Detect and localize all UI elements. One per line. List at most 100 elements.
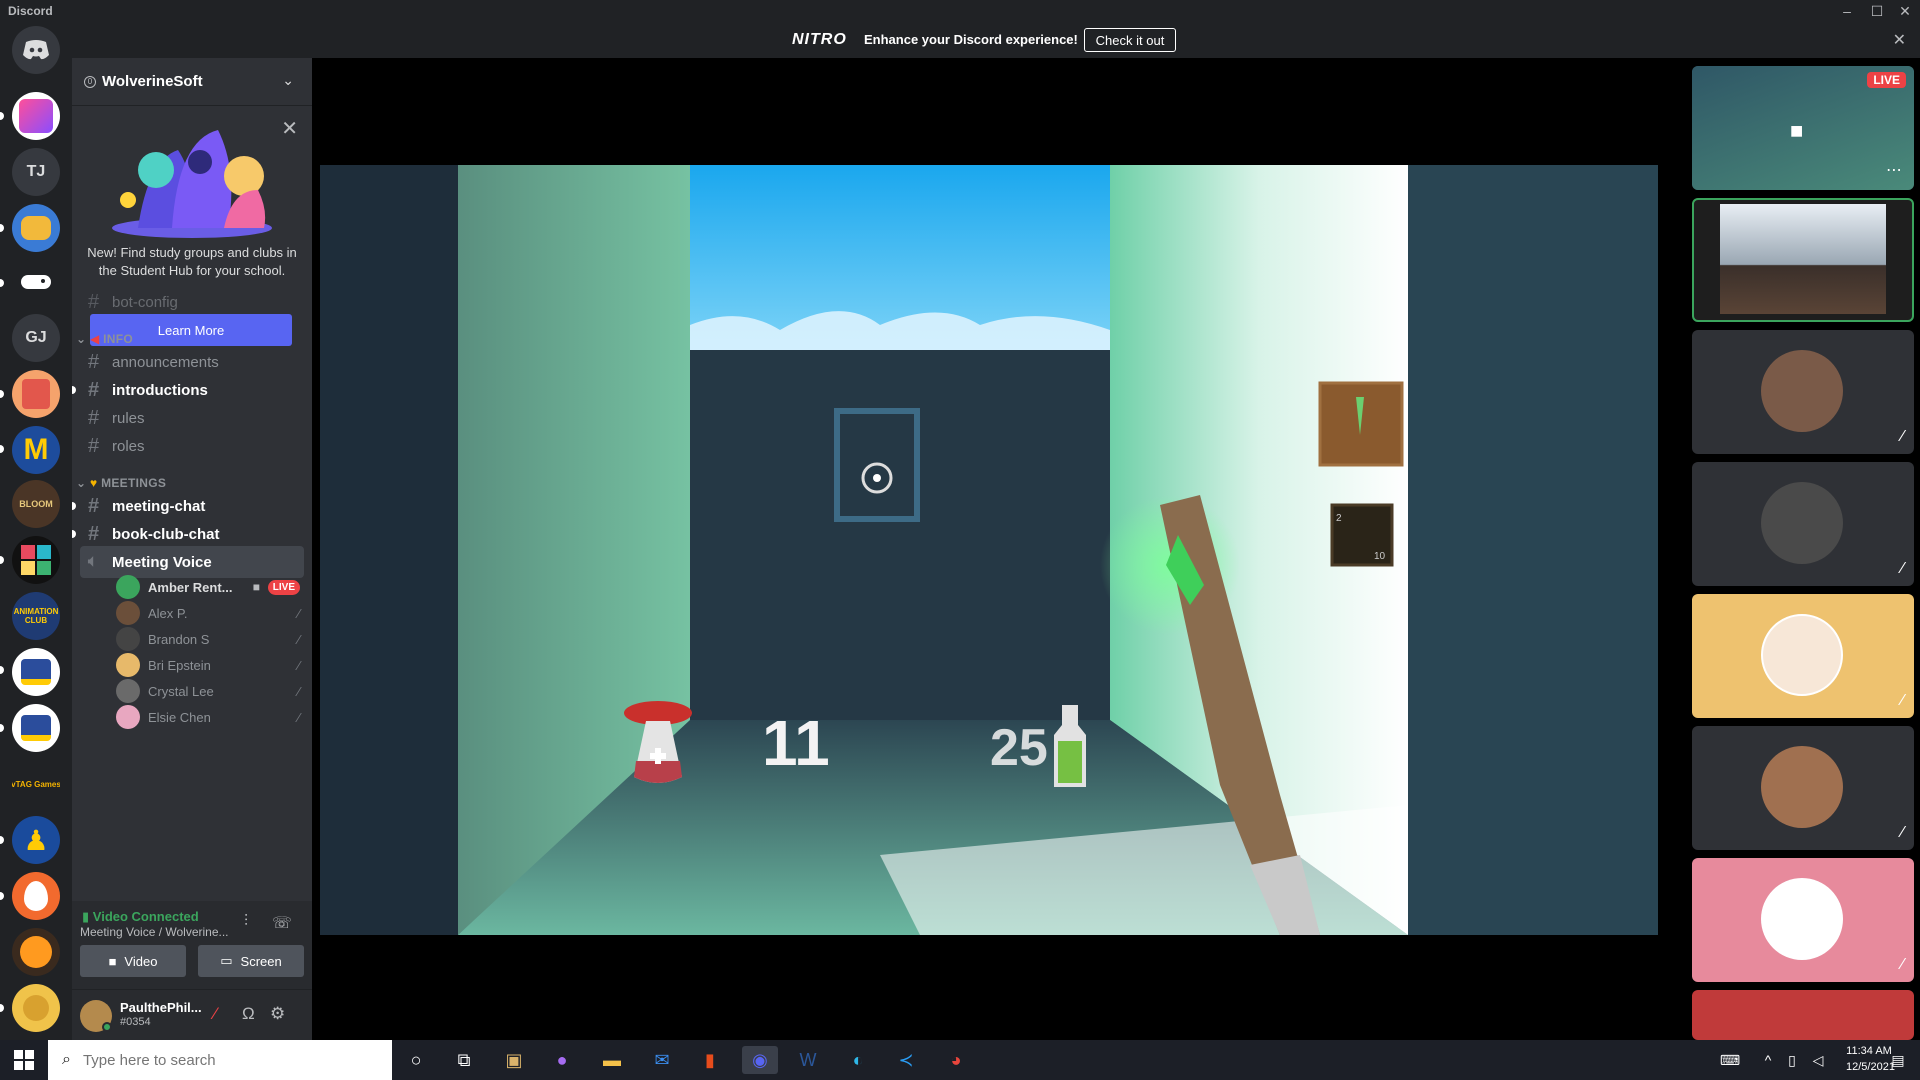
chevron-down-icon[interactable]: ⌄ xyxy=(282,72,294,89)
server-icon-wolverine-studio-2[interactable] xyxy=(12,704,60,752)
avatar xyxy=(1761,350,1843,432)
more-options-icon[interactable]: ⋯ xyxy=(1886,160,1902,180)
taskbar-search[interactable]: ⌕ xyxy=(48,1040,392,1080)
voice-user[interactable]: Elsie Chen ⁄ xyxy=(116,704,306,730)
channel-roles[interactable]: # roles xyxy=(80,430,304,462)
voice-user-name: Alex P. xyxy=(148,605,188,621)
avatar xyxy=(1761,614,1843,696)
server-icon-m[interactable]: M xyxy=(12,426,60,474)
server-unread-pill xyxy=(0,892,4,900)
health-counter: 11 xyxy=(762,707,830,779)
voice-user[interactable]: Alex P. ⁄ xyxy=(116,600,306,626)
server-unread-pill xyxy=(0,836,4,844)
mic-muted-icon: ⁄ xyxy=(297,709,300,725)
voice-user[interactable]: Amber Rent... ■ LIVE xyxy=(116,574,306,600)
headphones-icon[interactable]: Ω xyxy=(242,1004,255,1024)
server-icon-robot[interactable] xyxy=(12,204,60,252)
noise-suppression-icon[interactable]: ⫶ xyxy=(244,913,248,931)
server-icon-chess[interactable]: ♟ xyxy=(12,816,60,864)
mic-muted-icon[interactable]: ⁄ xyxy=(214,1004,217,1024)
maximize-icon[interactable]: ☐ xyxy=(1862,1,1892,21)
server-icon-vtag[interactable]: vTAG Games xyxy=(12,760,60,808)
classroom-video xyxy=(1720,204,1886,314)
nitro-logo: NITRO xyxy=(792,31,847,48)
server-icon-orange[interactable] xyxy=(12,928,60,976)
screen-button-label: Screen xyxy=(240,953,282,969)
file-explorer-icon[interactable]: ▬ xyxy=(594,1046,630,1074)
server-icon-pikachu[interactable] xyxy=(12,984,60,1032)
screen-share-button[interactable]: ▭ Screen xyxy=(198,945,304,977)
guild-header[interactable]: 0 WolverineSoft ⌄ xyxy=(72,58,312,106)
server-unread-pill xyxy=(0,279,4,287)
category-label: MEETINGS xyxy=(101,476,167,490)
voice-user[interactable]: Crystal Lee ⁄ xyxy=(116,678,306,704)
voice-user[interactable]: Bri Epstein ⁄ xyxy=(116,652,306,678)
server-icon-tj[interactable]: TJ xyxy=(12,148,60,196)
vtag-label: vTAG Games xyxy=(12,779,60,789)
channel-label: book-club-chat xyxy=(112,525,220,543)
nitro-message: Enhance your Discord experience! xyxy=(864,32,1078,47)
stream-tile-live[interactable]: LIVE ■ ⋯ xyxy=(1692,66,1914,190)
server-icon-animation-club[interactable]: ANIMATION CLUB xyxy=(12,592,60,640)
home-discord-icon[interactable] xyxy=(12,26,60,74)
participant-tile[interactable]: ⁄ xyxy=(1692,858,1914,982)
task-view-icon[interactable]: ⧉ xyxy=(446,1046,482,1074)
server-icon-wolverine-studio[interactable] xyxy=(12,648,60,696)
avatar xyxy=(1761,878,1843,960)
server-icon-arcade[interactable] xyxy=(12,370,60,418)
chevron-down-icon: ⌄ xyxy=(76,332,87,346)
vscode-icon[interactable]: ≺ xyxy=(888,1046,924,1074)
chevron-down-icon: ⌄ xyxy=(76,476,87,490)
category-meetings[interactable]: ⌄ ♥ MEETINGS xyxy=(76,476,166,490)
store-icon[interactable]: ▣ xyxy=(496,1046,532,1074)
server-icon-bloom[interactable]: BLOOM xyxy=(12,480,60,528)
nitro-cta-button[interactable]: Check it out xyxy=(1084,28,1176,52)
edge-icon[interactable]: ◐ xyxy=(840,1046,876,1074)
server-icon-colorblocks[interactable] xyxy=(12,536,60,584)
server-icon-gamepad[interactable] xyxy=(12,258,60,306)
participant-tile[interactable]: ⁄ xyxy=(1692,594,1914,718)
notifications-icon[interactable]: ▤ xyxy=(1880,1046,1916,1074)
voice-channel-path[interactable]: Meeting Voice / Wolverine... xyxy=(80,925,229,939)
office-icon[interactable]: ▮ xyxy=(692,1046,728,1074)
video-camera-icon: ■ xyxy=(1790,118,1804,143)
channel-bot-config[interactable]: # bot-config xyxy=(80,286,304,318)
windows-start-icon[interactable] xyxy=(14,1050,34,1070)
voice-user-name: Amber Rent... xyxy=(148,579,233,595)
participant-tile[interactable]: ⁄ xyxy=(1692,462,1914,586)
hash-icon: # xyxy=(88,290,100,313)
video-button[interactable]: ■ Video xyxy=(80,945,186,977)
mail-icon[interactable]: ✉ xyxy=(644,1046,680,1074)
volume-icon[interactable]: ◁ xyxy=(1800,1046,1836,1074)
keyboard-icon[interactable]: ⌨ xyxy=(1712,1046,1748,1074)
chrome-icon[interactable]: ◕ xyxy=(938,1046,974,1074)
participant-tile[interactable] xyxy=(1692,990,1914,1040)
close-icon[interactable]: ✕ xyxy=(1893,30,1906,50)
video-tile-classroom[interactable] xyxy=(1692,198,1914,322)
game-stream[interactable]: 11 25 2 10 xyxy=(320,165,1658,935)
word-icon[interactable]: W xyxy=(790,1046,826,1074)
server-icon-notion[interactable] xyxy=(12,92,60,140)
close-window-icon[interactable]: ✕ xyxy=(1890,1,1920,21)
disconnect-icon[interactable]: ☏ xyxy=(272,913,292,933)
server-unread-pill xyxy=(0,666,4,674)
github-icon[interactable]: ● xyxy=(544,1046,580,1074)
cortana-icon[interactable]: ○ xyxy=(398,1046,434,1074)
settings-gear-icon[interactable]: ⚙ xyxy=(270,1004,285,1024)
server-icon-flame[interactable] xyxy=(12,872,60,920)
user-tag: #0354 xyxy=(120,1016,151,1028)
category-info[interactable]: ⌄ ◀ INFO xyxy=(76,332,133,346)
voice-user[interactable]: Brandon S ⁄ xyxy=(116,626,306,652)
close-icon[interactable]: ✕ xyxy=(281,116,298,141)
server-icon-gj[interactable]: GJ xyxy=(12,314,60,362)
minimize-icon[interactable]: – xyxy=(1832,1,1862,21)
video-camera-icon: ■ xyxy=(108,953,117,969)
participant-tile[interactable]: ⁄ xyxy=(1692,330,1914,454)
search-icon: ⌕ xyxy=(62,1051,71,1068)
channel-label: Meeting Voice xyxy=(112,553,212,571)
participant-tile[interactable]: ⁄ xyxy=(1692,726,1914,850)
server-unread-pill xyxy=(0,445,4,453)
search-input[interactable] xyxy=(82,1051,363,1069)
mic-muted-icon: ⁄ xyxy=(297,605,300,621)
discord-taskbar-icon[interactable]: ◉ xyxy=(742,1046,778,1074)
